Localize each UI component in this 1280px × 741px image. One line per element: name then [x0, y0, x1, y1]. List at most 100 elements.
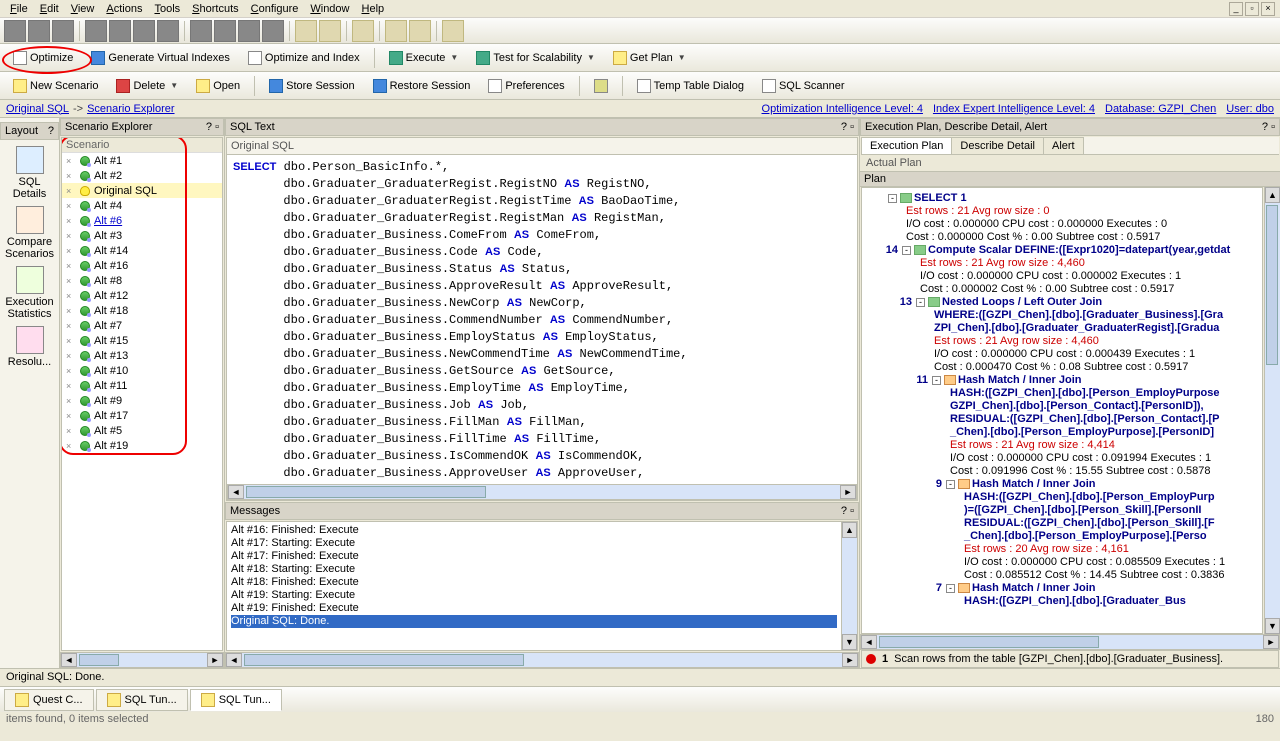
tb-icon[interactable] [319, 20, 341, 42]
close-button[interactable]: × [1261, 2, 1275, 16]
tb-icon[interactable] [442, 20, 464, 42]
menu-help[interactable]: Help [356, 2, 391, 16]
plan-scroll-v[interactable]: ▲▼ [1264, 187, 1280, 634]
remove-icon[interactable]: × [66, 441, 76, 451]
scroll-down-icon[interactable]: ▼ [842, 634, 857, 650]
dropdown-icon[interactable]: ▼ [587, 53, 595, 62]
scenario-item[interactable]: ×Alt #8 [62, 273, 222, 288]
tb-icon[interactable] [352, 20, 374, 42]
scroll-down-icon[interactable]: ▼ [1265, 618, 1280, 634]
scenario-item[interactable]: ×Alt #5 [62, 423, 222, 438]
execution-statistics-button[interactable]: Execution Statistics [5, 266, 55, 320]
sql-details-button[interactable]: SQL Details [5, 146, 55, 200]
plan-scroll-h[interactable]: ◄ ► [860, 634, 1280, 650]
sql-tab[interactable]: Original SQL [227, 138, 857, 155]
remove-icon[interactable]: × [66, 306, 76, 316]
scenario-item[interactable]: ×Alt #7 [62, 318, 222, 333]
remove-icon[interactable]: × [66, 216, 76, 226]
dropdown-icon[interactable]: ▼ [678, 53, 686, 62]
scenario-item[interactable]: ×Alt #11 [62, 378, 222, 393]
help-icon[interactable]: ? [48, 125, 54, 137]
sql-scroll-h[interactable]: ◄ ► [227, 484, 857, 500]
restore-session-button[interactable]: Restore Session [366, 76, 478, 96]
dropdown-icon[interactable]: ▼ [450, 53, 458, 62]
close-panel-icon[interactable]: ▫ [215, 121, 219, 133]
scroll-up-icon[interactable]: ▲ [842, 522, 857, 538]
help-icon[interactable]: ? [1262, 121, 1268, 133]
menu-shortcuts[interactable]: Shortcuts [186, 2, 244, 16]
plan-tree-node[interactable]: 9-Hash Match / Inner JoinHASH:([GZPI_Che… [924, 478, 1258, 582]
plan-tree-node[interactable]: 13-Nested Loops / Left Outer JoinWHERE:(… [894, 296, 1258, 374]
remove-icon[interactable]: × [66, 186, 76, 196]
lock-button[interactable] [587, 76, 615, 96]
breadcrumb-scenario-explorer[interactable]: Scenario Explorer [87, 103, 174, 115]
messages-scroll-v[interactable]: ▲▼ [841, 522, 857, 650]
tab-execution-plan[interactable]: Execution Plan [861, 137, 952, 154]
scroll-thumb[interactable] [246, 486, 486, 498]
messages-list[interactable]: Alt #16: Finished: ExecuteAlt #17: Start… [227, 522, 841, 650]
idx-intelligence-link[interactable]: Index Expert Intelligence Level: 4 [933, 103, 1095, 115]
scenario-item[interactable]: ×Alt #6 [62, 213, 222, 228]
scenario-item[interactable]: ×Alt #3 [62, 228, 222, 243]
tb-icon[interactable] [85, 20, 107, 42]
menu-view[interactable]: View [65, 2, 101, 16]
scroll-up-icon[interactable]: ▲ [1265, 187, 1280, 203]
menu-actions[interactable]: Actions [100, 2, 148, 16]
optimize-button[interactable]: Optimize [6, 48, 80, 68]
menu-file[interactable]: File [4, 2, 34, 16]
minimize-button[interactable]: _ [1229, 2, 1243, 16]
menu-configure[interactable]: Configure [245, 2, 305, 16]
test-scalability-button[interactable]: Test for Scalability▼ [469, 48, 602, 68]
tree-toggle-icon[interactable]: - [916, 298, 925, 307]
temp-table-dialog-button[interactable]: Temp Table Dialog [630, 76, 751, 96]
scroll-left-icon[interactable]: ◄ [228, 485, 244, 499]
scenario-item[interactable]: ×Alt #18 [62, 303, 222, 318]
compare-scenarios-button[interactable]: Compare Scenarios [5, 206, 55, 260]
scroll-right-icon[interactable]: ► [207, 653, 223, 667]
tab-alert[interactable]: Alert [1043, 137, 1084, 154]
breadcrumb-original-sql[interactable]: Original SQL [6, 103, 69, 115]
plan-tree-node[interactable]: -SELECT 1Est rows : 21 Avg row size : 0I… [866, 192, 1258, 244]
tree-toggle-icon[interactable]: - [946, 584, 955, 593]
sql-code[interactable]: SELECT dbo.Person_BasicInfo.*, dbo.Gradu… [227, 155, 857, 484]
scroll-right-icon[interactable]: ► [1263, 635, 1279, 649]
help-icon[interactable]: ? [841, 505, 847, 517]
menu-edit[interactable]: Edit [34, 2, 65, 16]
remove-icon[interactable]: × [66, 201, 76, 211]
scenario-item[interactable]: ×Original SQL [62, 183, 222, 198]
plan-tree-node[interactable]: 11-Hash Match / Inner JoinHASH:([GZPI_Ch… [910, 374, 1258, 478]
open-button[interactable]: Open [189, 76, 247, 96]
remove-icon[interactable]: × [66, 366, 76, 376]
resolution-button[interactable]: Resolu... [5, 326, 55, 368]
get-plan-button[interactable]: Get Plan▼ [606, 48, 693, 68]
help-icon[interactable]: ? [841, 121, 847, 133]
tb-icon[interactable] [52, 20, 74, 42]
message-row[interactable]: Alt #17: Starting: Execute [231, 537, 837, 550]
message-row[interactable]: Alt #19: Finished: Execute [231, 602, 837, 615]
task-tab-quest[interactable]: Quest C... [4, 689, 94, 711]
scenario-item[interactable]: ×Alt #9 [62, 393, 222, 408]
tb-icon[interactable] [4, 20, 26, 42]
tb-icon[interactable] [238, 20, 260, 42]
task-tab-sql-tun-2[interactable]: SQL Tun... [190, 689, 282, 711]
remove-icon[interactable]: × [66, 156, 76, 166]
message-row[interactable]: Original SQL: Done. [231, 615, 837, 628]
message-row[interactable]: Alt #18: Finished: Execute [231, 576, 837, 589]
plan-tree[interactable]: -SELECT 1Est rows : 21 Avg row size : 0I… [861, 187, 1263, 634]
message-row[interactable]: Alt #17: Finished: Execute [231, 550, 837, 563]
tb-icon[interactable] [28, 20, 50, 42]
remove-icon[interactable]: × [66, 231, 76, 241]
remove-icon[interactable]: × [66, 336, 76, 346]
scroll-thumb[interactable] [879, 636, 1099, 648]
scenario-item[interactable]: ×Alt #2 [62, 168, 222, 183]
close-panel-icon[interactable]: ▫ [850, 121, 854, 133]
tb-icon[interactable] [133, 20, 155, 42]
remove-icon[interactable]: × [66, 291, 76, 301]
scenario-item[interactable]: ×Alt #1 [62, 153, 222, 168]
dropdown-icon[interactable]: ▼ [170, 81, 178, 90]
scenario-item[interactable]: ×Alt #19 [62, 438, 222, 453]
scenario-item[interactable]: ×Alt #13 [62, 348, 222, 363]
help-icon[interactable]: ? [206, 121, 212, 133]
tb-icon[interactable] [190, 20, 212, 42]
optimize-and-index-button[interactable]: Optimize and Index [241, 48, 367, 68]
